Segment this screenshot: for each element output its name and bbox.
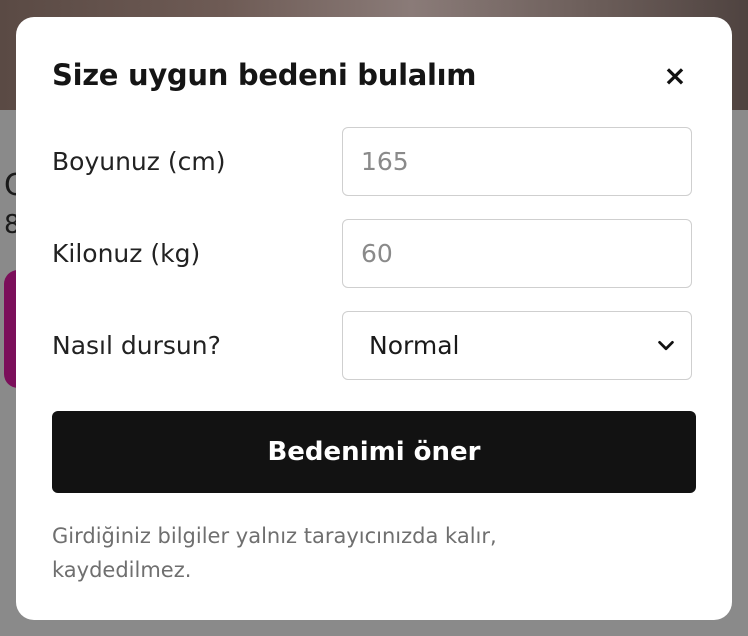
height-input[interactable] [342,127,692,196]
weight-label: Kilonuz (kg) [52,239,201,268]
fit-label: Nasıl dursun? [52,331,221,360]
close-icon[interactable]: × [656,57,694,93]
fit-select[interactable]: Normal [342,311,692,380]
suggest-size-button[interactable]: Bedenimi öner [52,411,696,493]
size-finder-modal: Size uygun bedeni bulalım × Boyunuz (cm)… [16,17,732,620]
modal-title: Size uygun bedeni bulalım [52,58,477,92]
height-label: Boyunuz (cm) [52,147,226,176]
weight-input[interactable] [342,219,692,288]
privacy-note: Girdiğiniz bilgiler yalnız tarayıcınızda… [52,524,497,582]
chevron-down-icon [658,340,674,350]
fit-select-value: Normal [369,331,460,360]
